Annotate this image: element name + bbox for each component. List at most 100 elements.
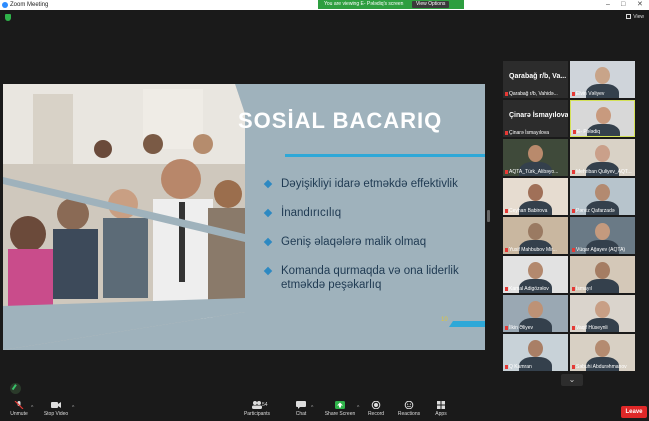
participant-tile[interactable]: Q Kamran [503,334,568,371]
participant-tile[interactable]: Vaqif Hüseynli [570,295,635,332]
bullet-item: İnandırıcılıq [261,206,485,220]
annotate-pencil-icon[interactable] [10,383,21,394]
muted-mic-icon [505,286,508,291]
share-screen-label: Share Screen [324,411,356,417]
participant-name-label: Kamal Adigözəlov [505,286,549,292]
participant-tile[interactable]: Vüqar Ağayev (AQTA) [570,217,635,254]
share-options-caret-icon[interactable]: ^ [357,405,359,411]
participants-count: 54 [262,402,268,408]
muted-mic-icon [505,91,508,96]
maximize-button[interactable]: □ [621,0,625,10]
meeting-toolbar: Unmute ^ Stop Video ^ Participants 54 Ch… [0,399,649,421]
diamond-bullet-icon [263,179,273,189]
title-underline [285,154,485,157]
participant-name-text: Ceyhan Babirova [509,208,548,214]
record-icon [371,401,381,409]
slide-title: SOSİAL BACARIQ [238,108,443,133]
participant-tile[interactable]: Ceyhan Babirova [503,178,568,215]
participant-tile[interactable]: Səbuhi Abdurəhmanov [570,334,635,371]
participant-tile[interactable]: E- Pələdiq [570,100,635,137]
participant-name-label: Vüqar Ağayev (AQTA) [572,247,625,253]
participant-name-label: Çinarə İsmayılova [505,130,549,136]
participant-name-label: İlkin Əliyev [505,325,533,331]
participant-name-text: Çinarə İsmayılova [509,130,550,136]
participant-name-label: Mehriban Quliyev_AQT... [572,169,632,175]
participant-name-text: İlkin Əliyev [509,325,534,331]
unmute-button[interactable]: Unmute [8,401,30,417]
stop-video-label: Stop Video [43,411,69,417]
participant-face [528,340,543,357]
stop-video-button[interactable]: Stop Video [40,401,72,417]
participant-name-text: Kamal Adigözəlov [509,286,549,292]
participant-tile[interactable]: Yusif Mahbubov Mir... [503,217,568,254]
minimize-button[interactable]: – [606,0,610,10]
participant-face [595,262,610,279]
reactions-button[interactable]: Reactions [396,401,422,417]
participant-tile[interactable]: İlkin Əliyev [503,295,568,332]
participant-name-text: Q Kamran [509,364,532,370]
participant-name-label: İsmayıl [572,286,592,292]
window-title: Zoom Meeting [10,2,49,8]
chat-options-caret-icon[interactable]: ^ [311,405,313,411]
bullet-item: Geniş əlaqələrə malik olmaq [261,235,485,249]
apps-grid-icon [437,401,445,409]
close-button[interactable]: ✕ [637,0,643,10]
gallery-next-page-button[interactable]: ⌄ [561,374,583,386]
chat-label: Chat [295,411,307,417]
participant-name-text: Yusif Mahbubov Mir... [509,247,557,253]
participant-tile[interactable]: Pərviz Qafarzadə [570,178,635,215]
apps-button[interactable]: Apps [430,401,452,417]
participant-face [595,145,610,162]
view-button[interactable]: View [626,14,644,21]
participant-name-label: Vaqif Hüseynli [572,325,608,331]
muted-mic-icon [573,129,576,134]
muted-mic-icon [572,286,575,291]
participant-name-text: AQTA_Türk_Alibəyo... [509,169,559,175]
bullet-text: İnandırıcılıq [281,207,342,219]
participant-face [595,340,610,357]
bullet-text: Geniş əlaqələrə malik olmaq [281,236,427,248]
panel-resize-handle[interactable] [487,210,490,222]
muted-mic-icon [572,169,575,174]
participant-tile[interactable]: Elvin Vəliyev [570,61,635,98]
reactions-label: Reactions [397,411,421,417]
participant-tile[interactable]: İsmayıl [570,256,635,293]
participant-tile[interactable]: AQTA_Türk_Alibəyo... [503,139,568,176]
participant-face [528,301,543,318]
participant-name-text: Səbuhi Abdurəhmanov [576,364,627,370]
participant-name-label: Elvin Vəliyev [572,91,604,97]
participant-face [528,184,543,201]
participant-face [595,223,610,240]
participant-name-text: İsmayıl [576,286,592,292]
share-screen-button[interactable]: Share Screen [322,401,358,417]
bullet-text: Komanda qurmaqda və ona liderlik etməkdə… [281,265,459,291]
participant-name-text: E- Pələdiq [577,129,601,135]
shared-screen-slide: SOSİAL BACARIQ Dəyişikliyi idarə etməkdə… [3,84,485,350]
participant-tile[interactable]: Çinarə İsmayılova Çinarə İsmayılova [503,100,568,137]
participant-tile[interactable]: Kamal Adigözəlov [503,256,568,293]
participant-face [528,145,543,162]
muted-mic-icon [505,169,508,174]
security-shield-icon[interactable] [5,14,11,21]
participant-name-label: Ceyhan Babirova [505,208,547,214]
muted-mic-icon [505,247,508,252]
view-options-button[interactable]: View Options [412,1,450,8]
slide-bullet-list: Dəyişikliyi idarə etməkdə effektivlik İn… [261,177,485,307]
participant-tile[interactable]: Qarabağ r/b, Va... Qarabağ r/b, Vahidə... [503,61,568,98]
participant-tile[interactable]: Mehriban Quliyev_AQT... [570,139,635,176]
muted-mic-icon [572,208,575,213]
video-options-caret-icon[interactable]: ^ [72,405,74,411]
apps-label: Apps [435,411,447,417]
participant-face [596,107,611,124]
chat-button[interactable]: Chat [290,401,312,417]
record-button[interactable]: Record [364,401,388,417]
muted-mic-icon [505,208,508,213]
share-screen-icon [335,401,345,409]
microphone-muted-icon [14,401,24,409]
viewing-banner-text: You are viewing E- Pələdiq's screen [324,1,404,7]
audio-options-caret-icon[interactable]: ^ [31,405,33,411]
muted-mic-icon [572,325,575,330]
leave-button[interactable]: Leave [621,406,647,418]
muted-mic-icon [572,364,575,369]
participant-name-text: Vaqif Hüseynli [576,325,608,331]
